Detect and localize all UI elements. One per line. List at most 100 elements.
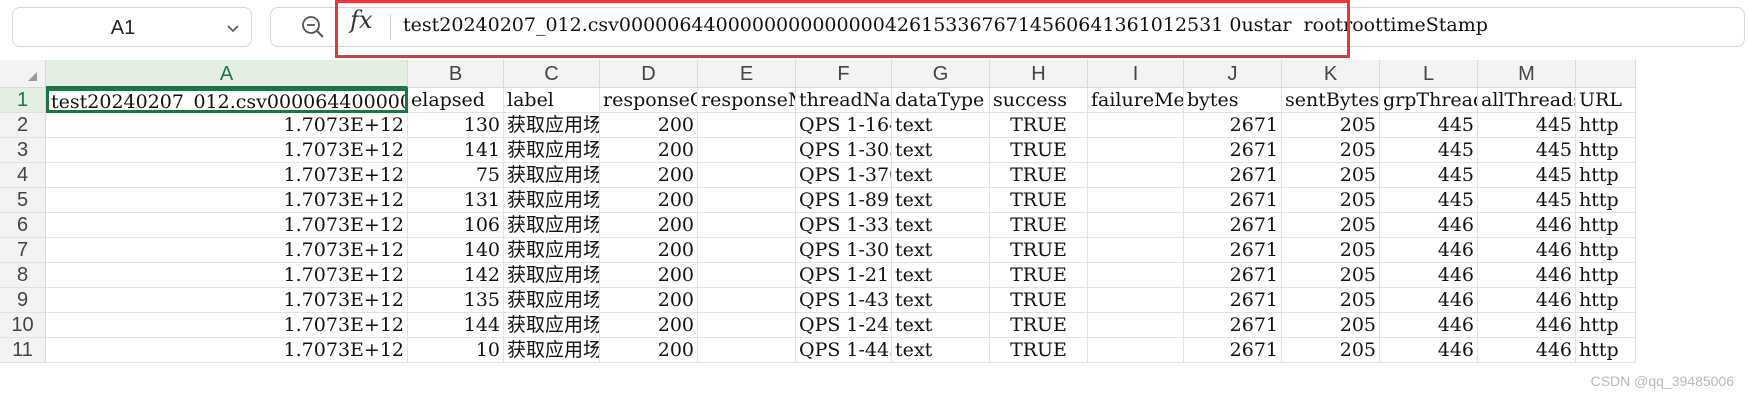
data-cell[interactable]: text xyxy=(892,263,990,288)
column-header-l[interactable]: L xyxy=(1380,60,1478,88)
data-cell[interactable]: 446 xyxy=(1380,338,1478,363)
data-cell[interactable]: 1.7073E+12 xyxy=(46,138,408,163)
column-header-e[interactable]: E xyxy=(698,60,796,88)
data-cell[interactable]: 200 xyxy=(600,338,698,363)
data-cell[interactable]: 200 xyxy=(600,138,698,163)
column-header-i[interactable]: I xyxy=(1088,60,1184,88)
data-cell[interactable]: 446 xyxy=(1478,238,1576,263)
data-cell[interactable]: 200 xyxy=(600,213,698,238)
data-cell[interactable]: text xyxy=(892,188,990,213)
data-cell[interactable] xyxy=(1088,138,1184,163)
row-header-10[interactable]: 10 xyxy=(0,313,46,338)
data-cell[interactable]: 445 xyxy=(1478,113,1576,138)
data-cell[interactable]: 200 xyxy=(600,188,698,213)
data-cell[interactable]: 2671 xyxy=(1184,288,1282,313)
data-cell[interactable]: text xyxy=(892,213,990,238)
data-cell[interactable]: http xyxy=(1576,338,1636,363)
data-cell[interactable]: 205 xyxy=(1282,113,1380,138)
data-cell[interactable]: TRUE xyxy=(990,113,1088,138)
header-cell[interactable]: bytes xyxy=(1184,88,1282,113)
data-cell[interactable]: 获取应用场 xyxy=(504,138,600,163)
data-cell[interactable] xyxy=(1088,238,1184,263)
data-cell[interactable]: 131 xyxy=(408,188,504,213)
data-cell[interactable]: QPS 1-335 xyxy=(796,213,892,238)
data-cell[interactable]: 142 xyxy=(408,263,504,288)
data-cell[interactable]: text xyxy=(892,113,990,138)
data-cell[interactable]: TRUE xyxy=(990,188,1088,213)
data-cell[interactable]: 10 xyxy=(408,338,504,363)
data-cell[interactable]: text xyxy=(892,163,990,188)
data-cell[interactable]: 205 xyxy=(1282,163,1380,188)
data-cell[interactable]: 2671 xyxy=(1184,338,1282,363)
data-cell[interactable] xyxy=(1088,263,1184,288)
data-cell[interactable]: 1.7073E+12 xyxy=(46,263,408,288)
data-cell[interactable]: 75 xyxy=(408,163,504,188)
header-cell[interactable]: label xyxy=(504,88,600,113)
data-cell[interactable]: 2671 xyxy=(1184,113,1282,138)
header-cell[interactable]: threadName xyxy=(796,88,892,113)
data-cell[interactable]: http xyxy=(1576,138,1636,163)
data-cell[interactable]: 446 xyxy=(1380,263,1478,288)
data-cell[interactable]: http xyxy=(1576,163,1636,188)
data-cell[interactable]: 1.7073E+12 xyxy=(46,338,408,363)
data-cell[interactable]: 获取应用场 xyxy=(504,113,600,138)
column-header-k[interactable]: K xyxy=(1282,60,1380,88)
data-cell[interactable]: 1.7073E+12 xyxy=(46,288,408,313)
data-cell[interactable]: 2671 xyxy=(1184,163,1282,188)
data-cell[interactable]: text xyxy=(892,288,990,313)
data-cell[interactable]: TRUE xyxy=(990,313,1088,338)
data-cell[interactable]: http xyxy=(1576,238,1636,263)
data-cell[interactable]: 获取应用场 xyxy=(504,213,600,238)
column-header-c[interactable]: C xyxy=(504,60,600,88)
data-cell[interactable]: QPS 1-301 xyxy=(796,238,892,263)
data-cell[interactable]: 445 xyxy=(1380,138,1478,163)
data-cell[interactable]: 2671 xyxy=(1184,213,1282,238)
spreadsheet-grid[interactable]: A B C D E F G H I J K L M 1 test20240207_012.csv000064… xyxy=(0,60,1748,393)
data-cell[interactable]: 445 xyxy=(1478,188,1576,213)
data-cell[interactable]: 205 xyxy=(1282,313,1380,338)
data-cell[interactable]: 获取应用场 xyxy=(504,238,600,263)
data-cell[interactable]: http xyxy=(1576,113,1636,138)
data-cell[interactable] xyxy=(698,263,796,288)
data-cell[interactable]: text xyxy=(892,313,990,338)
data-cell[interactable]: 446 xyxy=(1478,338,1576,363)
data-cell[interactable]: 446 xyxy=(1380,313,1478,338)
data-cell[interactable]: 130 xyxy=(408,113,504,138)
zoom-out-icon[interactable] xyxy=(300,14,326,40)
data-cell[interactable]: text xyxy=(892,138,990,163)
column-header-j[interactable]: J xyxy=(1184,60,1282,88)
column-header-d[interactable]: D xyxy=(600,60,698,88)
data-cell[interactable]: 446 xyxy=(1478,263,1576,288)
data-cell[interactable] xyxy=(1088,213,1184,238)
data-cell[interactable]: TRUE xyxy=(990,263,1088,288)
chevron-down-icon[interactable] xyxy=(225,20,241,36)
header-cell[interactable]: sentBytes xyxy=(1282,88,1380,113)
column-header-f[interactable]: F xyxy=(796,60,892,88)
data-cell[interactable]: 205 xyxy=(1282,288,1380,313)
data-cell[interactable]: TRUE xyxy=(990,288,1088,313)
data-cell[interactable]: 200 xyxy=(600,288,698,313)
data-cell[interactable]: TRUE xyxy=(990,338,1088,363)
data-cell[interactable]: 1.7073E+12 xyxy=(46,238,408,263)
formula-content[interactable]: test20240207_012.csv00000644000000000000… xyxy=(403,14,1488,36)
data-cell[interactable]: 446 xyxy=(1380,238,1478,263)
data-cell[interactable]: http xyxy=(1576,288,1636,313)
data-cell[interactable]: 141 xyxy=(408,138,504,163)
data-cell[interactable]: 446 xyxy=(1478,288,1576,313)
row-header-8[interactable]: 8 xyxy=(0,263,46,288)
data-cell[interactable] xyxy=(698,313,796,338)
data-cell[interactable]: 445 xyxy=(1380,163,1478,188)
data-cell[interactable]: QPS 1-43 xyxy=(796,288,892,313)
data-cell[interactable]: QPS 1-303 xyxy=(796,138,892,163)
data-cell[interactable] xyxy=(1088,288,1184,313)
data-cell[interactable]: http xyxy=(1576,313,1636,338)
data-cell[interactable]: 446 xyxy=(1380,288,1478,313)
data-cell[interactable]: 获取应用场 xyxy=(504,188,600,213)
data-cell[interactable]: 445 xyxy=(1478,138,1576,163)
data-cell[interactable] xyxy=(698,338,796,363)
column-header-a[interactable]: A xyxy=(46,60,408,88)
header-cell[interactable]: success xyxy=(990,88,1088,113)
data-cell[interactable] xyxy=(698,138,796,163)
data-cell[interactable] xyxy=(698,213,796,238)
header-cell[interactable]: responseCo xyxy=(600,88,698,113)
